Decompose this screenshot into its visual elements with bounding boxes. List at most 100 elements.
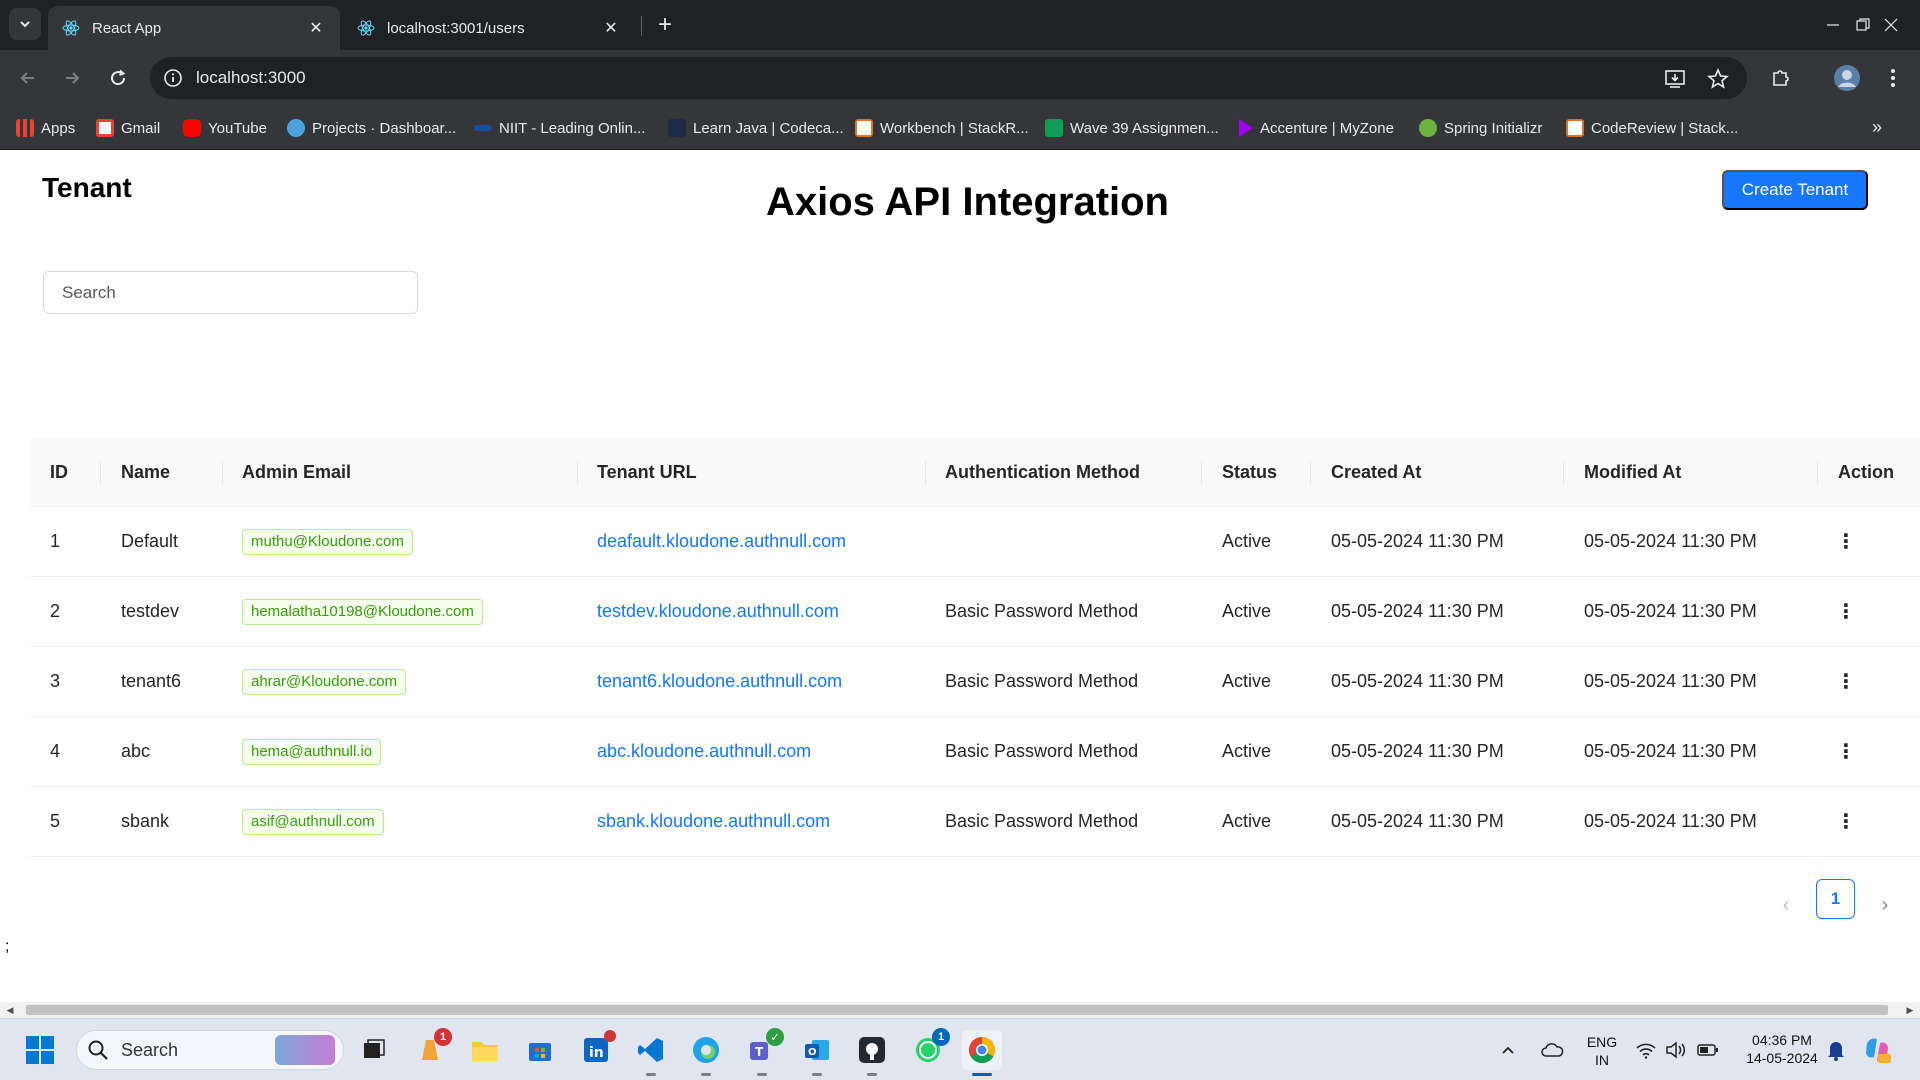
- tenant-url-link[interactable]: abc.kloudone.authnull.com: [597, 717, 811, 786]
- cell-auth-method: Basic Password Method: [945, 811, 1139, 831]
- notifications-button[interactable]: [1822, 1030, 1850, 1070]
- taskbar-task-view[interactable]: [354, 1030, 394, 1070]
- bookmark-youtube[interactable]: YouTube: [183, 117, 267, 139]
- tenant-url-link[interactable]: deafault.kloudone.authnull.com: [597, 507, 846, 576]
- clock[interactable]: 04:36 PM 14-05-2024: [1740, 1031, 1824, 1067]
- bookmark-workbench[interactable]: Workbench | StackR...: [855, 117, 1029, 139]
- forward-button[interactable]: [56, 62, 88, 94]
- tab-search-button[interactable]: [9, 8, 41, 40]
- wifi-button[interactable]: [1632, 1030, 1660, 1070]
- folder-icon: [472, 1042, 498, 1061]
- tenant-url-link[interactable]: sbank.kloudone.authnull.com: [597, 787, 830, 856]
- site-info-icon[interactable]: [162, 67, 184, 89]
- taskbar-file-explorer[interactable]: [465, 1030, 505, 1070]
- cell-modified-at: 05-05-2024 11:30 PM: [1584, 811, 1757, 831]
- spring-icon: [1419, 119, 1437, 137]
- bookmark-spring-initializr[interactable]: Spring Initializr: [1419, 117, 1542, 139]
- more-actions-icon[interactable]: ⋮: [1836, 740, 1856, 764]
- cell-id: 5: [50, 811, 61, 831]
- bookmark-apps[interactable]: Apps: [16, 117, 75, 139]
- bookmark-wave-39[interactable]: Wave 39 Assignmen...: [1045, 117, 1219, 139]
- pagination-next-icon[interactable]: ›: [1870, 890, 1900, 920]
- cell-modified-at: 05-05-2024 11:30 PM: [1584, 601, 1757, 621]
- tab-separator: [641, 16, 642, 36]
- taskbar-scratch-app[interactable]: 1: [410, 1028, 452, 1070]
- taskbar-search[interactable]: Search: [76, 1030, 344, 1070]
- tab-localhost-users[interactable]: localhost:3001/users ✕: [343, 6, 635, 50]
- bookmark-projects-dashboard[interactable]: Projects · Dashboar...: [287, 117, 456, 139]
- running-indicator: [646, 1073, 656, 1076]
- pagination-prev-icon[interactable]: ‹: [1771, 890, 1801, 920]
- more-actions-icon[interactable]: ⋮: [1836, 600, 1856, 624]
- scrollbar-thumb[interactable]: [26, 1005, 1888, 1015]
- taskbar-teams[interactable]: T ✓: [742, 1028, 784, 1076]
- close-icon[interactable]: ✕: [601, 18, 621, 38]
- puzzle-icon: [1773, 70, 1789, 86]
- sheets-icon: [1045, 119, 1063, 137]
- cell-status: Active: [1222, 531, 1272, 551]
- start-button[interactable]: [20, 1030, 60, 1070]
- extensions-button[interactable]: [1765, 62, 1797, 94]
- outlook-icon: O: [805, 1040, 829, 1060]
- more-actions-icon[interactable]: ⋮: [1836, 670, 1856, 694]
- bookmark-niit[interactable]: NIIT - Leading Onlin...: [474, 117, 645, 139]
- install-app-icon[interactable]: [1662, 66, 1688, 92]
- bookmark-gmail[interactable]: Gmail: [96, 117, 160, 139]
- kebab-menu-icon: [1891, 69, 1895, 87]
- copilot-button[interactable]: [1858, 1030, 1896, 1070]
- language-indicator[interactable]: ENG IN: [1583, 1033, 1621, 1069]
- onedrive-tray-button[interactable]: [1537, 1030, 1567, 1070]
- pagination-page-button[interactable]: 1: [1816, 879, 1855, 919]
- taskbar-outlook[interactable]: O: [797, 1030, 837, 1076]
- back-button[interactable]: [12, 62, 44, 94]
- column-separator: [1817, 461, 1818, 485]
- taskbar-vs-code[interactable]: [631, 1030, 671, 1076]
- cell-status: Active: [1222, 741, 1272, 761]
- more-actions-icon[interactable]: ⋮: [1836, 810, 1856, 834]
- bookmark-codereview[interactable]: CodeReview | Stack...: [1566, 117, 1738, 139]
- search-input[interactable]: [43, 271, 418, 314]
- show-hidden-icons-button[interactable]: [1493, 1030, 1523, 1070]
- svg-text:T: T: [755, 1045, 764, 1059]
- new-tab-button[interactable]: +: [651, 12, 679, 40]
- create-tenant-button[interactable]: Create Tenant: [1722, 170, 1868, 210]
- chrome-menu-button[interactable]: [1877, 62, 1909, 94]
- svg-text:O: O: [808, 1047, 817, 1058]
- close-icon[interactable]: ✕: [306, 18, 326, 38]
- tenant-url-link[interactable]: testdev.kloudone.authnull.com: [597, 577, 839, 646]
- address-bar[interactable]: localhost:3000: [150, 57, 1747, 99]
- notification-badge: 1: [434, 1028, 452, 1046]
- volume-button[interactable]: [1662, 1030, 1690, 1070]
- close-icon: [1884, 18, 1898, 32]
- arrow-left-icon: [20, 72, 34, 84]
- bookmarks-overflow-icon[interactable]: »: [1872, 117, 1882, 138]
- bookmark-codecademy[interactable]: Learn Java | Codeca...: [668, 117, 844, 139]
- taskbar-chrome[interactable]: [962, 1030, 1002, 1076]
- status-badge: ✓: [766, 1028, 784, 1046]
- chrome-icon: [968, 1036, 996, 1064]
- cell-created-at: 05-05-2024 11:30 PM: [1331, 601, 1504, 621]
- bookmark-star-icon[interactable]: [1705, 66, 1731, 92]
- window-close-button[interactable]: [1862, 0, 1920, 50]
- profile-avatar[interactable]: [1831, 62, 1863, 94]
- notification-dot: [604, 1030, 616, 1042]
- scroll-left-icon[interactable]: ◀: [2, 1002, 18, 1018]
- bookmark-accenture[interactable]: Accenture | MyZone: [1239, 117, 1394, 139]
- scroll-right-icon[interactable]: ▶: [1902, 1002, 1918, 1018]
- taskbar-microsoft-store[interactable]: [520, 1030, 560, 1070]
- column-header-admin-email: Admin Email: [242, 462, 352, 482]
- battery-button[interactable]: [1694, 1030, 1722, 1070]
- horizontal-scrollbar[interactable]: ◀ ▶: [0, 1002, 1920, 1018]
- running-indicator: [701, 1073, 711, 1076]
- taskbar-whatsapp[interactable]: 1: [908, 1028, 950, 1070]
- cell-status: Active: [1222, 601, 1272, 621]
- taskbar-edge[interactable]: [686, 1030, 726, 1076]
- more-actions-icon[interactable]: ⋮: [1836, 530, 1856, 554]
- taskbar-github[interactable]: [852, 1030, 892, 1076]
- taskbar-linkedin[interactable]: in: [576, 1030, 616, 1070]
- reload-button[interactable]: [102, 62, 134, 94]
- copilot-icon: [1866, 1038, 1891, 1063]
- tenant-url-link[interactable]: tenant6.kloudone.authnull.com: [597, 647, 842, 716]
- cell-created-at: 05-05-2024 11:30 PM: [1331, 741, 1504, 761]
- tab-react-app[interactable]: React App ✕: [48, 6, 340, 50]
